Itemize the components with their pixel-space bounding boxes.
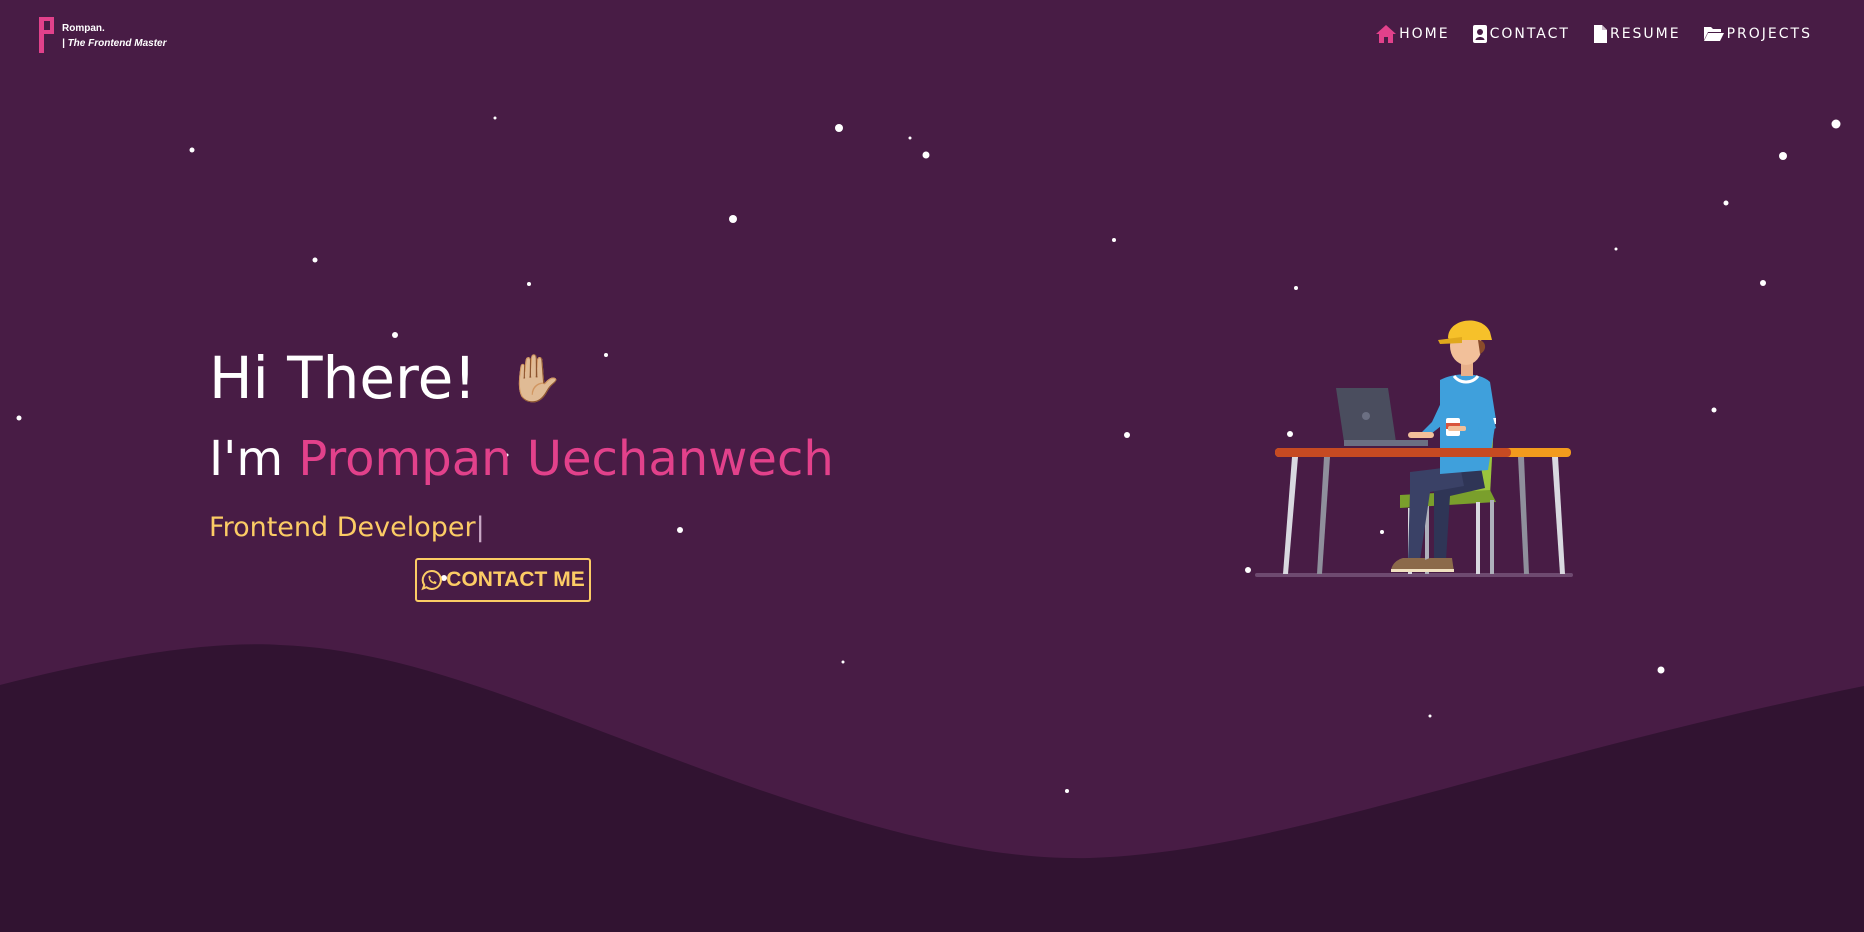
developer-name: Prompan Uechanwech [298,431,834,487]
nav-resume[interactable]: RESUME [1592,24,1681,44]
typing-cursor: | [475,512,485,543]
nav-contact-label: CONTACT [1489,26,1570,42]
greeting-text: Hi There! [209,344,477,412]
main-navigation: HOME CONTACT RESUME PROJECTS [1353,24,1812,44]
contact-me-button[interactable]: CONTACT ME [415,558,591,602]
developer-at-desk-illustration [1255,320,1573,577]
contact-card-icon [1472,25,1487,43]
home-icon [1376,25,1397,43]
hero-section: Hi There! ✋🏼 I'm Prompan Uechanwech Fron… [209,345,834,545]
nav-resume-label: RESUME [1609,26,1681,42]
brand-tagline: | The Frontend Master [62,38,167,49]
nav-projects[interactable]: PROJECTS [1703,25,1812,43]
brand-name: Rompan. [62,23,105,34]
typewriter-role: Frontend Developer| [209,511,834,545]
hero-intro: I'm Prompan Uechanwech [209,431,834,487]
document-icon [1593,25,1607,43]
role-text: Frontend Developer [209,512,476,543]
contact-me-label: CONTACT ME [446,568,585,591]
intro-prefix: I'm [209,431,284,487]
logo-p-icon [39,17,54,53]
nav-projects-label: PROJECTS [1726,26,1812,42]
whatsapp-icon [421,569,443,591]
waving-hand-icon: ✋🏼 [506,351,564,405]
hero-greeting: Hi There! ✋🏼 [209,345,834,411]
brand-logo[interactable]: Rompan. | The Frontend Master [36,15,166,55]
nav-contact[interactable]: CONTACT [1472,24,1570,44]
folder-open-icon [1703,27,1724,41]
nav-home-label: HOME [1399,26,1450,42]
nav-home[interactable]: HOME [1375,24,1449,44]
